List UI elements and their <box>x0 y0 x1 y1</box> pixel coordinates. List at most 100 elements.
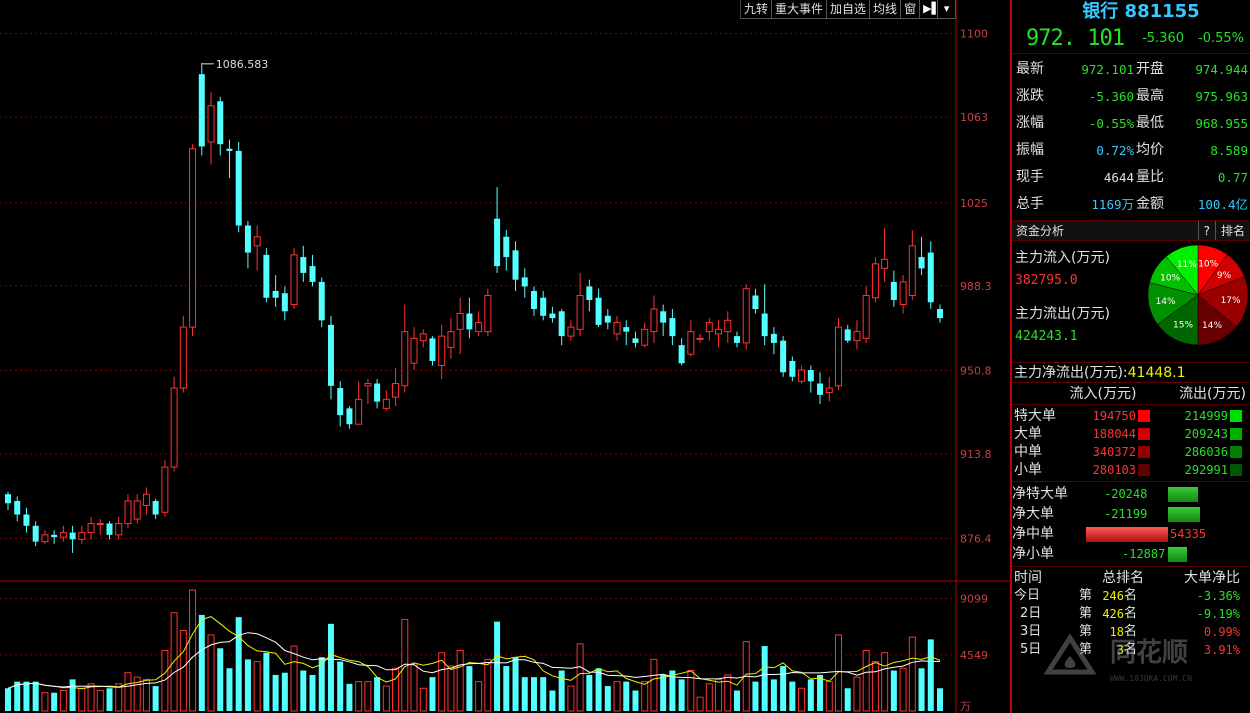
candle-body <box>512 250 519 280</box>
ranking-header: 时间 总排名 大单净比 <box>1012 569 1250 587</box>
price-change: -5.360 <box>1142 31 1184 46</box>
volume-bar <box>217 648 224 711</box>
candle-body <box>96 523 104 526</box>
play-icon[interactable]: ▶▌ <box>920 0 940 19</box>
candle-body <box>133 500 141 520</box>
high-annotation-label: 1086.583 <box>216 58 268 71</box>
rank-button[interactable]: 排名 <box>1214 221 1250 240</box>
help-button[interactable]: ? <box>1197 221 1215 240</box>
volume-bar <box>613 681 621 712</box>
ranking-rank-header: 总排名 <box>1102 570 1144 586</box>
outflow-cell: 286036 <box>1184 445 1228 459</box>
candle-body <box>382 398 390 409</box>
quote-label: 最低 <box>1136 115 1164 131</box>
quote-value: 0.77 <box>1217 170 1248 185</box>
volume-bar <box>32 681 39 711</box>
volume-bar <box>290 645 298 712</box>
outflow-swatch <box>1230 410 1242 422</box>
flow-table-header: 流入(万元) 流出(万元) <box>1012 383 1250 405</box>
candle-body <box>890 281 897 300</box>
volume-bar <box>503 666 510 711</box>
candle-body <box>908 245 916 296</box>
candle-body <box>770 333 777 343</box>
candle-body <box>59 532 67 538</box>
volume-bar <box>272 674 279 711</box>
volume-bar <box>549 690 556 711</box>
candle-body <box>124 500 132 525</box>
candle-body <box>106 523 113 535</box>
window-button[interactable]: 窗 <box>901 0 921 19</box>
major-events-button[interactable]: 重大事件 <box>772 0 828 19</box>
last-price: 972. 101 <box>1026 26 1125 51</box>
volume-bar <box>124 672 132 712</box>
volume-bar <box>530 677 537 711</box>
candle-body <box>466 313 473 330</box>
candle-body <box>337 388 344 416</box>
fund-analysis-title[interactable]: 资金分析 <box>1012 221 1198 240</box>
candle-body <box>937 309 943 319</box>
volume-bar <box>871 661 879 712</box>
candle-body <box>752 295 759 310</box>
volume-bar <box>281 672 288 711</box>
net-flow-value: -20248 <box>1104 487 1148 501</box>
tonghuashun-logo-icon <box>1043 633 1097 675</box>
quote-row: 振幅 0.72% 均价 8.589 <box>1012 137 1250 164</box>
volume-bar <box>466 666 473 711</box>
candle-body <box>41 534 49 543</box>
candle-body <box>530 290 537 310</box>
candle-body <box>871 263 879 299</box>
ranking-number: 426 <box>1102 607 1124 621</box>
quote-label: 最新 <box>1016 61 1044 77</box>
candle-body <box>217 101 224 145</box>
kline-chart[interactable]: 1100 1063 1025 988.3 950.8 913.8 876.4 1086.583… <box>0 0 1010 713</box>
volume-bar <box>927 639 934 711</box>
order-size-label: 小单 <box>1014 462 1042 478</box>
main-flow-block: 主力流入(万元) 382795.0 主力流出(万元) 424243.1 10% 9… <box>1012 241 1250 363</box>
jiuzhuan-button[interactable]: 九转 <box>741 0 773 19</box>
volume-bar <box>263 652 270 711</box>
volume-tick-label: 9099 <box>960 593 988 606</box>
ranking-row: 今日 第 246 名 -3.36% <box>1012 587 1250 605</box>
quote-label: 开盘 <box>1136 61 1164 77</box>
inflow-cell: 188044 <box>1092 427 1136 441</box>
candle-body <box>300 257 307 273</box>
inflow-swatch <box>1138 464 1150 476</box>
net-flow-value: 54335 <box>1170 527 1207 541</box>
volume-bar <box>475 681 483 712</box>
kline-chart-area[interactable]: 1100 1063 1025 988.3 950.8 913.8 876.4 1086.583… <box>0 0 1010 713</box>
volume-bar <box>235 617 242 711</box>
candle-body <box>207 105 215 143</box>
volume-bar <box>937 688 943 711</box>
order-size-label: 特大单 <box>1014 408 1056 424</box>
volume-bar <box>253 661 261 712</box>
volume-bar <box>521 677 528 711</box>
quote-value: 972.101 <box>1081 62 1134 77</box>
volume-bar <box>198 614 205 711</box>
quote-row: 涨跌 -5.360 最高 975.963 <box>1012 83 1250 110</box>
candle-body <box>918 257 925 269</box>
candle-body <box>807 370 814 382</box>
candle-body <box>327 324 334 386</box>
quote-value: 974.944 <box>1195 62 1248 77</box>
inflow-label: 主力流入(万元) <box>1015 250 1110 266</box>
moving-average-button[interactable]: 均线 <box>870 0 902 19</box>
net-flow-label: 净小单 <box>1012 546 1054 562</box>
add-watchlist-button[interactable]: 加自选 <box>827 0 871 19</box>
volume-bar <box>179 629 187 712</box>
volume-bar <box>908 636 916 712</box>
volume-bar <box>715 678 723 712</box>
quote-label: 最高 <box>1136 88 1164 104</box>
volume-bar <box>355 681 363 712</box>
outflow-value: 424243.1 <box>1015 329 1078 344</box>
candle-body <box>253 236 261 247</box>
stock-title[interactable]: 银行 881155 <box>1012 0 1250 24</box>
chevron-down-icon[interactable]: ▾ <box>938 0 957 19</box>
candle-body <box>595 297 602 325</box>
inflow-swatch <box>1138 428 1150 440</box>
flow-table: 特大单 194750 214999 大单 188044 209243 中单 34… <box>1012 405 1250 481</box>
candle-body <box>503 236 510 258</box>
quote-side-panel: 银行 881155 972. 101 -5.360 -0.55% 最新 972.… <box>1010 0 1250 713</box>
ranking-di: 第 <box>1078 588 1092 603</box>
price-row: 972. 101 -5.360 -0.55% <box>1012 24 1250 54</box>
candle-body <box>899 281 907 306</box>
